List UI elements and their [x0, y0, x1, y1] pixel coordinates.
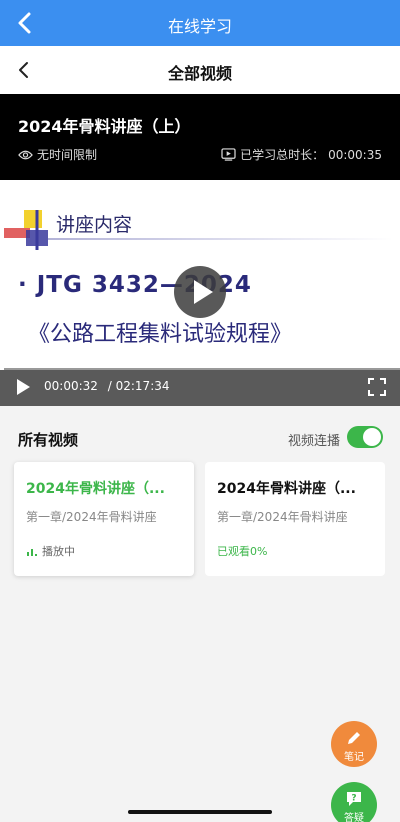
play-icon — [194, 280, 213, 304]
card-subtitle: 第一章/2024年骨料讲座 — [26, 510, 157, 524]
progress-bar[interactable] — [0, 368, 400, 370]
card-title: 2024年骨料讲座（... — [217, 481, 356, 497]
total-study-value: 00:00:35 — [328, 147, 382, 162]
slide-book-title: 《公路工程集料试验规程》 — [28, 322, 293, 347]
playlist-card[interactable]: 2024年骨料讲座（... 第一章/2024年骨料讲座 已观看0% — [205, 462, 385, 576]
slide-divider — [48, 238, 393, 240]
center-play-button[interactable] — [174, 266, 226, 318]
card-status: 已观看0% — [217, 543, 267, 559]
total-study-label: 已学习总时长： — [240, 148, 325, 162]
card-status-text: 播放中 — [42, 545, 75, 558]
playlist-card[interactable]: 2024年骨料讲座（... 第一章/2024年骨料讲座 播放中 — [14, 462, 194, 576]
play-icon[interactable] — [14, 378, 32, 396]
card-title: 2024年骨料讲座（... — [26, 481, 165, 497]
eye-icon — [18, 150, 33, 159]
card-status: 播放中 — [26, 543, 75, 559]
progress-fill — [0, 368, 4, 370]
playback-time: 00:00:32 / 02:17:34 — [44, 379, 170, 393]
qa-button[interactable]: ? 答疑 — [331, 782, 377, 822]
app-title: 在线学习 — [167, 17, 232, 36]
video-play-icon — [221, 148, 236, 161]
video-info-bar: 2024年骨料讲座（上） 无时间限制 已学习总时长： 00:00:35 — [0, 94, 400, 180]
autoplay-toggle[interactable] — [347, 426, 383, 448]
slide-logo-decoration — [4, 210, 48, 250]
video-title: 2024年骨料讲座（上） — [18, 117, 191, 136]
player-controls: 00:00:32 / 02:17:34 — [0, 368, 400, 406]
app-header: 在线学习 — [0, 0, 400, 46]
fullscreen-icon[interactable] — [368, 378, 386, 396]
home-indicator — [128, 810, 272, 814]
playlist-heading: 所有视频 — [18, 431, 79, 449]
svg-text:?: ? — [351, 794, 356, 804]
total-study-time: 已学习总时长： 00:00:35 — [221, 146, 382, 163]
slide-heading: 讲座内容 — [56, 214, 133, 236]
current-time: 00:00:32 — [44, 379, 98, 393]
autoplay-label: 视频连播 — [287, 434, 340, 449]
page-navbar: 全部视频 — [0, 46, 400, 94]
question-bubble-icon: ? — [347, 792, 361, 806]
time-limit: 无时间限制 — [18, 146, 97, 163]
qa-label: 答疑 — [344, 813, 364, 822]
card-status-text: 已观看0% — [217, 545, 268, 558]
pencil-icon — [348, 732, 360, 744]
card-subtitle: 第一章/2024年骨料讲座 — [217, 510, 348, 524]
video-frame[interactable]: 讲座内容 · JTG 3432—2024 《公路工程集料试验规程》 — [0, 180, 400, 368]
time-limit-text: 无时间限制 — [37, 148, 98, 162]
playing-bars-icon — [27, 549, 37, 556]
notes-button[interactable]: 笔记 — [331, 721, 377, 767]
toggle-knob — [363, 428, 381, 446]
page-title: 全部视频 — [167, 64, 232, 83]
duration: 02:17:34 — [115, 379, 170, 393]
time-separator: / — [107, 379, 112, 393]
notes-label: 笔记 — [344, 752, 364, 763]
